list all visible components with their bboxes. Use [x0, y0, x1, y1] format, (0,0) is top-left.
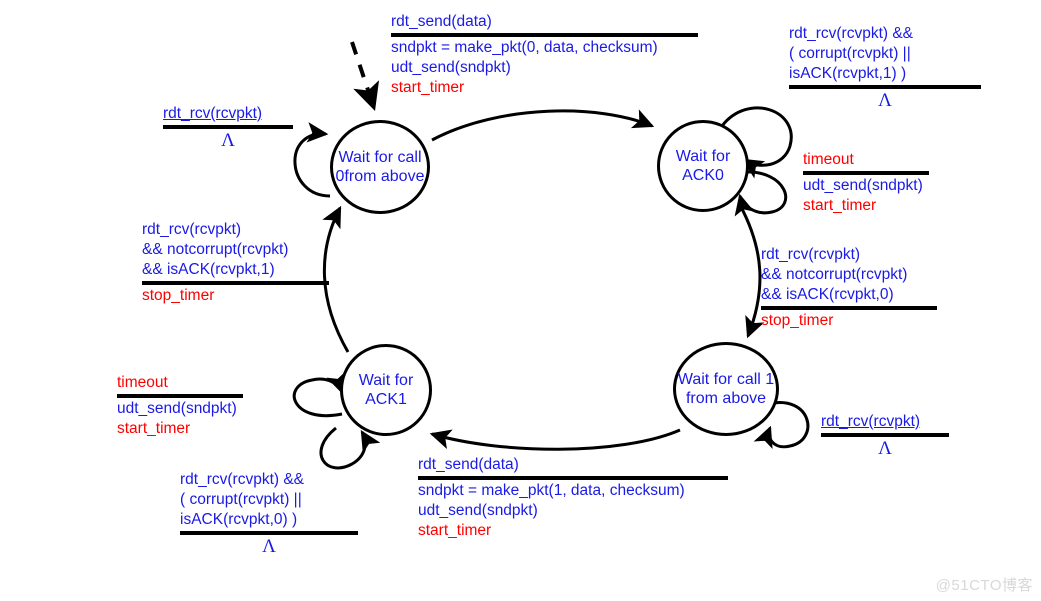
- transition-ack0-to-call1: [738, 204, 765, 339]
- note-event: timeout: [117, 374, 168, 391]
- note-call0-rdt-rcv: rdt_rcv(rcvpkt) Λ: [163, 104, 293, 151]
- state-wait-for-call-0[interactable]: Wait for call 0from above: [330, 120, 430, 214]
- state-wait-for-ack-1[interactable]: Wait for ACK1: [340, 344, 432, 436]
- state-line: for: [711, 148, 731, 165]
- note-event: rdt_rcv(rcvpkt): [821, 413, 921, 430]
- state-wait-for-call-1[interactable]: Wait for call 1 from above: [673, 342, 779, 436]
- note-condition: ( corrupt(rcvpkt) ||: [789, 45, 911, 62]
- state-label-wait-call-0: Wait for call 0from above: [333, 148, 427, 186]
- note-timer-action: start_timer: [117, 420, 191, 437]
- note-divider: [803, 171, 929, 175]
- note-condition: rdt_rcv(rcvpkt): [142, 221, 242, 238]
- self-loop-ack1-corrupt: [319, 426, 381, 470]
- note-condition: && notcorrupt(rcvpkt): [761, 266, 908, 283]
- note-condition: rdt_rcv(rcvpkt) &&: [180, 471, 305, 488]
- state-line: Wait for: [677, 371, 733, 388]
- note-condition: isACK(rcvpkt,1) ): [789, 65, 907, 82]
- note-divider: [789, 85, 981, 89]
- note-condition: rdt_rcv(rcvpkt): [761, 246, 861, 263]
- note-divider: [117, 394, 243, 398]
- note-action-lambda: Λ: [221, 130, 235, 151]
- state-label-wait-ack-1: Wait for ACK1: [343, 371, 429, 409]
- note-divider: [142, 281, 329, 285]
- note-action-lambda: Λ: [262, 536, 276, 557]
- note-condition: ( corrupt(rcvpkt) ||: [180, 491, 302, 508]
- state-line: above: [380, 168, 425, 185]
- note-ack1-corrupt: rdt_rcv(rcvpkt) && ( corrupt(rcvpkt) || …: [180, 470, 358, 557]
- note-action: udt_send(sndpkt): [418, 502, 538, 519]
- note-action: udt_send(sndpkt): [803, 177, 923, 194]
- state-line: Wait for: [338, 149, 394, 166]
- note-divider: [163, 125, 293, 129]
- note-action: sndpkt = make_pkt(1, data, checksum): [418, 482, 685, 499]
- note-event: rdt_send(data): [418, 456, 519, 473]
- state-line: ACK1: [365, 391, 407, 408]
- state-line: Wait: [675, 148, 708, 165]
- note-condition: && isACK(rcvpkt,0): [761, 286, 894, 303]
- note-divider: [391, 33, 698, 37]
- state-line: ACK0: [682, 167, 724, 184]
- fsm-diagram: Wait for call 0from above Wait for ACK0 …: [0, 0, 1041, 601]
- note-timer-action: stop_timer: [142, 287, 215, 304]
- note-condition: isACK(rcvpkt,0) ): [180, 511, 298, 528]
- start-arrow: [350, 41, 380, 112]
- note-action: sndpkt = make_pkt(0, data, checksum): [391, 39, 658, 56]
- note-condition: && notcorrupt(rcvpkt): [142, 241, 289, 258]
- state-line: for: [394, 372, 414, 389]
- note-ack0-corrupt: rdt_rcv(rcvpkt) && ( corrupt(rcvpkt) || …: [789, 24, 981, 111]
- note-divider: [418, 476, 728, 480]
- note-ack0-timeout: timeout udt_send(sndpkt) start_timer: [803, 150, 929, 216]
- note-event: rdt_send(data): [391, 13, 492, 30]
- note-rdt-send-0: rdt_send(data) sndpkt = make_pkt(0, data…: [391, 12, 698, 98]
- note-event: rdt_rcv(rcvpkt): [163, 105, 263, 122]
- transition-call0-to-ack0: [431, 109, 655, 142]
- note-event: timeout: [803, 151, 854, 168]
- note-ack1-good: rdt_rcv(rcvpkt) && notcorrupt(rcvpkt) &&…: [142, 220, 329, 306]
- note-timer-action: start_timer: [803, 197, 877, 214]
- note-rdt-send-1: rdt_send(data) sndpkt = make_pkt(1, data…: [418, 455, 728, 541]
- note-call1-rdt-rcv: rdt_rcv(rcvpkt) Λ: [821, 412, 949, 459]
- state-line: above: [722, 390, 767, 407]
- state-label-wait-ack-0: Wait for ACK0: [660, 147, 746, 185]
- watermark: @51CTO博客: [935, 577, 1033, 594]
- note-condition: && isACK(rcvpkt,1): [142, 261, 275, 278]
- self-loop-ack1-timeout: [292, 371, 346, 418]
- note-divider: [761, 306, 937, 310]
- note-divider: [821, 433, 949, 437]
- note-action-lambda: Λ: [878, 438, 892, 459]
- note-timer-action: start_timer: [391, 79, 465, 96]
- note-action: udt_send(sndpkt): [391, 59, 511, 76]
- note-action-lambda: Λ: [878, 90, 892, 111]
- note-timer-action: start_timer: [418, 522, 492, 539]
- note-ack1-timeout: timeout udt_send(sndpkt) start_timer: [117, 373, 243, 439]
- note-condition: rdt_rcv(rcvpkt) &&: [789, 25, 914, 42]
- note-action: udt_send(sndpkt): [117, 400, 237, 417]
- state-line: Wait: [358, 372, 391, 389]
- state-label-wait-call-1: Wait for call 1 from above: [676, 370, 776, 408]
- self-loop-call1: [753, 401, 810, 450]
- self-loop-call0: [293, 122, 331, 198]
- note-timer-action: stop_timer: [761, 312, 834, 329]
- state-wait-for-ack-0[interactable]: Wait for ACK0: [657, 120, 749, 212]
- note-divider: [180, 531, 358, 535]
- note-ack0-good: rdt_rcv(rcvpkt) && notcorrupt(rcvpkt) &&…: [761, 245, 937, 331]
- transition-call1-to-ack1: [429, 428, 681, 451]
